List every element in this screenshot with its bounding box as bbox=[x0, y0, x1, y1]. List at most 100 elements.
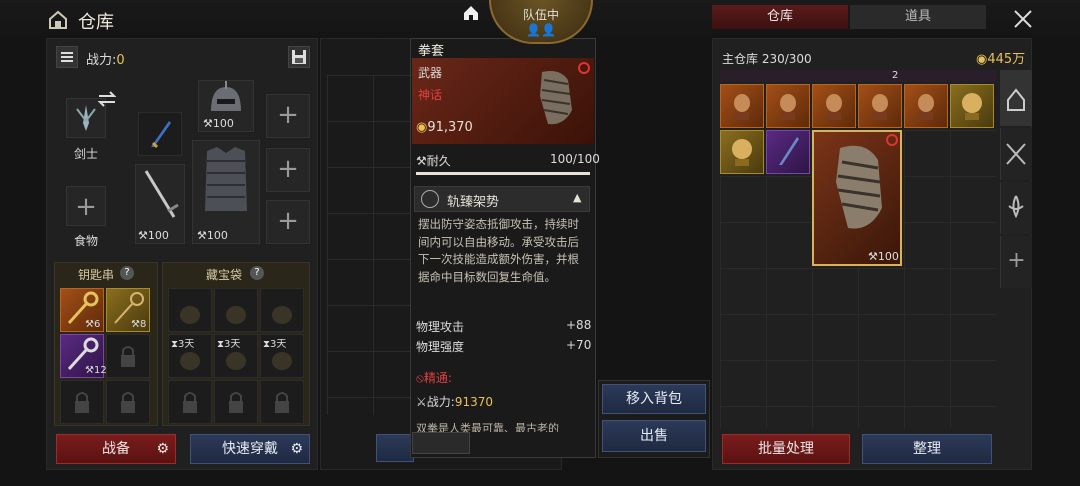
dagger-icon bbox=[151, 121, 171, 149]
lock-icon bbox=[275, 392, 289, 413]
warehouse-home-icon[interactable] bbox=[48, 10, 68, 30]
armor-slot[interactable]: ⚒100 bbox=[192, 140, 260, 244]
empty-slot-3[interactable]: + bbox=[266, 200, 310, 244]
treasure-bag-timed[interactable]: ⧗3天 bbox=[260, 334, 304, 378]
treasure-bag-timed[interactable]: ⧗3天 bbox=[214, 334, 258, 378]
lock-icon bbox=[121, 392, 135, 413]
gear-swap-icon: ⚙ bbox=[156, 441, 169, 457]
sell-button[interactable]: 出售 bbox=[602, 420, 706, 452]
armor-durability-value: 100 bbox=[206, 229, 228, 242]
keyring-help-icon[interactable]: ? bbox=[120, 266, 134, 280]
selected-gauntlet-item[interactable]: ⚒100 bbox=[812, 130, 902, 266]
bag-grid-cells[interactable] bbox=[327, 75, 415, 415]
empty-cells[interactable] bbox=[904, 130, 996, 428]
treasure-bag-slot[interactable] bbox=[260, 288, 304, 332]
warehouse-item[interactable] bbox=[950, 84, 994, 128]
bag-icon bbox=[180, 306, 200, 324]
warehouse-item[interactable] bbox=[766, 130, 810, 174]
armor-durability: ⚒100 bbox=[197, 229, 228, 242]
food-slot[interactable]: + bbox=[66, 186, 106, 226]
empty-cells[interactable] bbox=[812, 268, 904, 428]
plus-icon: + bbox=[75, 192, 97, 222]
item-price-value: 91,370 bbox=[427, 120, 473, 135]
empty-slot-2[interactable]: + bbox=[266, 148, 310, 192]
treasure-bag-slot[interactable] bbox=[168, 288, 212, 332]
collapse-triangle-icon[interactable]: ▲ bbox=[573, 191, 581, 204]
warehouse-item[interactable] bbox=[720, 130, 764, 174]
combat-power: 战力:0 bbox=[86, 49, 125, 68]
hammer-icon: ⚒ bbox=[203, 117, 213, 130]
hammer-icon: ⚒ bbox=[197, 229, 207, 242]
no-trade-icon bbox=[886, 134, 898, 146]
trophy-icon bbox=[734, 94, 750, 120]
sort-button[interactable]: 整理 bbox=[862, 434, 992, 464]
menu-list-icon[interactable] bbox=[56, 46, 78, 68]
item-grade: 神话 bbox=[418, 88, 443, 102]
partial-row[interactable] bbox=[720, 70, 996, 82]
food-label: 食物 bbox=[74, 234, 99, 248]
side-tab-warehouse[interactable] bbox=[1000, 70, 1032, 126]
warehouse-grid: 2 ⚒100 bbox=[720, 70, 996, 428]
treasure-bag-timed[interactable]: ⧗3天 bbox=[168, 334, 212, 378]
warehouse-item[interactable] bbox=[812, 84, 856, 128]
key-item-2[interactable]: ⚒8 bbox=[106, 288, 150, 332]
key-item-1[interactable]: ⚒6 bbox=[60, 288, 104, 332]
warehouse-item[interactable] bbox=[858, 84, 902, 128]
lock-icon bbox=[183, 392, 197, 413]
warehouse-item[interactable] bbox=[766, 84, 810, 128]
side-tab-accessories[interactable] bbox=[1000, 182, 1032, 234]
move-to-bag-button[interactable]: 移入背包 bbox=[602, 384, 706, 414]
batch-process-button[interactable]: 批量处理 bbox=[722, 434, 850, 464]
treasure-title: 藏宝袋 bbox=[206, 268, 243, 282]
sword-slot[interactable]: ⚒100 bbox=[135, 164, 185, 244]
close-icon[interactable] bbox=[1012, 8, 1034, 30]
keyring-title: 钥匙串 bbox=[78, 268, 115, 282]
locked-slot bbox=[260, 380, 304, 424]
quick-wear-button[interactable]: 快速穿戴 ⚙ bbox=[190, 434, 310, 464]
locked-slot bbox=[214, 380, 258, 424]
stat-value: +88 bbox=[566, 318, 592, 332]
locked-slot bbox=[60, 380, 104, 424]
dagger-slot[interactable] bbox=[138, 112, 182, 156]
combat-power-value: 0 bbox=[116, 53, 125, 68]
warehouse-item[interactable] bbox=[904, 84, 948, 128]
trophy-icon bbox=[872, 94, 888, 120]
swap-icon[interactable] bbox=[96, 90, 118, 108]
warehouse-item[interactable] bbox=[720, 84, 764, 128]
key-count-1: ⚒6 bbox=[85, 319, 101, 330]
empty-slot-1[interactable]: + bbox=[266, 94, 310, 138]
tab-storage[interactable]: 仓库 bbox=[712, 5, 848, 29]
trophy-icon bbox=[780, 94, 796, 120]
item-name: 拳套 bbox=[418, 44, 445, 59]
lock-icon bbox=[229, 392, 243, 413]
side-tab-weapons[interactable] bbox=[1000, 128, 1032, 180]
bag-icon bbox=[272, 306, 292, 324]
durability-value: 100/100 bbox=[550, 152, 600, 166]
bag-action-button-partial[interactable] bbox=[376, 434, 414, 462]
helmet-slot[interactable]: ⚒100 bbox=[198, 80, 254, 132]
golden-trophy-icon bbox=[732, 139, 752, 166]
treasure-help-icon[interactable]: ? bbox=[250, 266, 264, 280]
lock-icon bbox=[75, 392, 89, 413]
no-trade-toggle-icon[interactable] bbox=[412, 432, 470, 454]
save-preset-icon[interactable] bbox=[288, 46, 310, 68]
party-members-icon: 👤👤 bbox=[526, 23, 556, 37]
skill-header[interactable]: 轨臻架势 ▲ bbox=[414, 186, 590, 212]
tab-items[interactable]: 道具 bbox=[850, 5, 986, 29]
no-trade-icon bbox=[578, 62, 590, 74]
empty-cells[interactable] bbox=[720, 176, 812, 428]
stat-label: 物理强度 bbox=[416, 340, 465, 354]
home-icon[interactable] bbox=[462, 4, 480, 22]
power-row: ⚔战力:91370 bbox=[416, 395, 493, 409]
timer-label: ⧗3天 bbox=[263, 339, 287, 350]
key-item-3[interactable]: ⚒12 bbox=[60, 334, 107, 378]
treasure-bag-slot[interactable] bbox=[214, 288, 258, 332]
gear-icon: ⚙ bbox=[290, 441, 303, 457]
crossed-swords-icon: ⚔ bbox=[416, 395, 427, 409]
partial-count: 2 bbox=[892, 70, 899, 81]
coin-icon: ◉ bbox=[976, 52, 988, 67]
equip-button[interactable]: 战备 ⚙ bbox=[56, 434, 176, 464]
crossed-swords-icon bbox=[1006, 143, 1026, 165]
item-header: 武器 神话 ◉91,370 bbox=[412, 58, 594, 144]
side-tab-add[interactable]: + bbox=[1000, 236, 1032, 288]
